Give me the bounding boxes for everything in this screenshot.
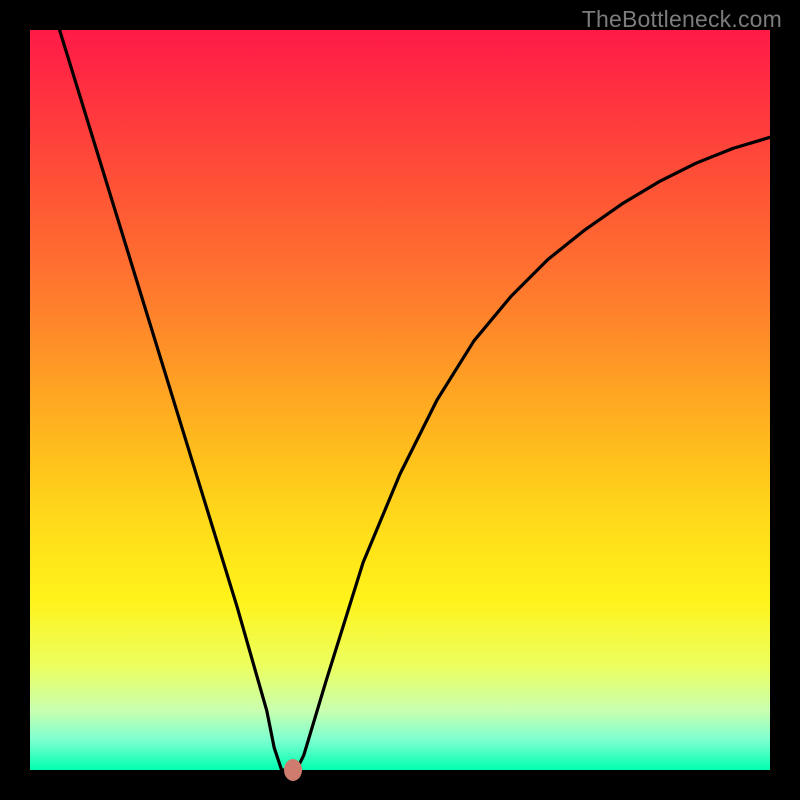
chart-container: TheBottleneck.com xyxy=(0,0,800,800)
watermark-text: TheBottleneck.com xyxy=(582,6,782,33)
plot-area xyxy=(30,30,770,770)
bottleneck-curve xyxy=(30,30,770,770)
minimum-marker xyxy=(284,759,302,781)
